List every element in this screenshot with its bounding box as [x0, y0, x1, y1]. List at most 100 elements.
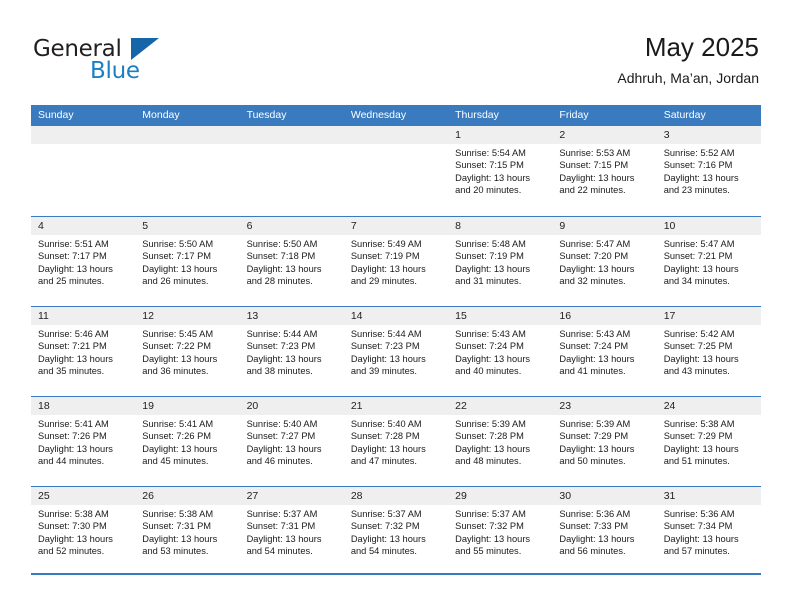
calendar-day-cell[interactable]: 22 Sunrise: 5:39 AM Sunset: 7:28 PM Dayligh… [448, 397, 553, 486]
calendar-day-cell-empty[interactable] [135, 126, 240, 216]
calendar-day-cell[interactable]: 14 Sunrise: 5:44 AM Sunset: 7:23 PM Dayligh… [343, 307, 449, 396]
calendar-day-cell[interactable]: 26 Sunrise: 5:38 AM Sunset: 7:31 PM Dayligh… [135, 487, 240, 576]
day-details: Sunrise: 5:42 AM Sunset: 7:25 PM Daylight:… [657, 325, 761, 378]
day-detail-line: Daylight: 13 hours [663, 172, 739, 183]
day-details: Sunrise: 5:50 AM Sunset: 7:18 PM Daylight:… [240, 235, 344, 288]
calendar-day-cell[interactable]: 28 Sunrise: 5:37 AM Sunset: 7:32 PM Dayligh… [343, 487, 449, 576]
day-details [344, 144, 448, 147]
day-details: Sunrise: 5:49 AM Sunset: 7:19 PM Daylight:… [344, 235, 448, 288]
day-detail-line: Sunrise: 5:50 AM [246, 239, 318, 249]
day-number: 24 [656, 397, 761, 415]
day-detail-line: Daylight: 13 hours [38, 353, 113, 364]
day-detail-line: Daylight: 13 hours [38, 443, 113, 454]
day-number: 3 [656, 126, 761, 144]
brand-name-blue: Blue [90, 58, 140, 84]
weekday-header-wednesday: Wednesday [350, 109, 407, 121]
calendar-day-cell[interactable]: 16 Sunrise: 5:43 AM Sunset: 7:24 PM Dayligh… [552, 307, 657, 396]
day-number: 4 [31, 217, 136, 235]
weekday-header-tuesday: Tuesday [246, 109, 287, 121]
calendar-day-cell[interactable]: 3 Sunrise: 5:52 AM Sunset: 7:16 PM Daylight… [656, 126, 761, 216]
day-details: Sunrise: 5:44 AM Sunset: 7:23 PM Daylight:… [240, 325, 344, 378]
day-detail-line: Daylight: 13 hours [246, 263, 322, 274]
calendar-day-cell[interactable]: 11 Sunrise: 5:46 AM Sunset: 7:21 PM Dayligh… [31, 307, 136, 396]
day-detail-line: and 48 minutes. [455, 456, 522, 467]
day-number: 6 [239, 217, 344, 235]
day-detail-line: Sunrise: 5:44 AM [246, 329, 318, 339]
brand-flag-icon [131, 38, 159, 60]
calendar-day-cell[interactable]: 27 Sunrise: 5:37 AM Sunset: 7:31 PM Dayligh… [239, 487, 344, 576]
day-detail-line: Sunrise: 5:39 AM [559, 419, 631, 429]
day-details: Sunrise: 5:44 AM Sunset: 7:23 PM Daylight:… [344, 325, 448, 378]
day-detail-line: Sunset: 7:21 PM [663, 251, 733, 262]
day-detail-line: and 20 minutes. [455, 185, 522, 196]
calendar-week-row: 11 Sunrise: 5:46 AM Sunset: 7:21 PM Dayligh… [31, 306, 761, 396]
day-detail-line: Daylight: 13 hours [559, 172, 635, 183]
calendar-day-cell[interactable]: 8 Sunrise: 5:48 AM Sunset: 7:19 PM Daylight… [448, 217, 553, 306]
calendar-day-cell[interactable]: 13 Sunrise: 5:44 AM Sunset: 7:23 PM Dayligh… [239, 307, 344, 396]
calendar-day-cell[interactable]: 7 Sunrise: 5:49 AM Sunset: 7:19 PM Daylight… [343, 217, 449, 306]
day-number: 7 [343, 217, 449, 235]
day-detail-line: Daylight: 13 hours [142, 533, 218, 544]
calendar-day-cell[interactable]: 30 Sunrise: 5:36 AM Sunset: 7:33 PM Dayligh… [552, 487, 657, 576]
day-number: 27 [239, 487, 344, 505]
calendar-week-row: 18 Sunrise: 5:41 AM Sunset: 7:26 PM Dayligh… [31, 396, 761, 486]
day-detail-line: Sunrise: 5:50 AM [142, 239, 214, 249]
calendar-day-cell[interactable]: 9 Sunrise: 5:47 AM Sunset: 7:20 PM Daylight… [552, 217, 657, 306]
calendar-day-cell[interactable]: 15 Sunrise: 5:43 AM Sunset: 7:24 PM Dayligh… [448, 307, 553, 396]
day-detail-line: Daylight: 13 hours [142, 443, 218, 454]
calendar-day-cell[interactable]: 2 Sunrise: 5:53 AM Sunset: 7:15 PM Daylight… [552, 126, 657, 216]
day-detail-line: and 51 minutes. [663, 456, 730, 467]
day-detail-line: Sunrise: 5:41 AM [142, 419, 214, 429]
calendar-day-cell[interactable]: 31 Sunrise: 5:36 AM Sunset: 7:34 PM Dayligh… [656, 487, 761, 576]
calendar-day-cell[interactable]: 6 Sunrise: 5:50 AM Sunset: 7:18 PM Daylight… [239, 217, 344, 306]
calendar-day-cell[interactable]: 5 Sunrise: 5:50 AM Sunset: 7:17 PM Daylight… [135, 217, 240, 306]
calendar-day-cell-empty[interactable] [343, 126, 449, 216]
day-number: 23 [552, 397, 657, 415]
calendar-day-cell[interactable]: 18 Sunrise: 5:41 AM Sunset: 7:26 PM Dayligh… [31, 397, 136, 486]
day-detail-line: Sunset: 7:29 PM [559, 431, 629, 442]
day-details: Sunrise: 5:37 AM Sunset: 7:32 PM Daylight:… [448, 505, 552, 558]
calendar-day-cell[interactable]: 1 Sunrise: 5:54 AM Sunset: 7:15 PM Daylight… [448, 126, 553, 216]
day-detail-line: and 31 minutes. [455, 276, 522, 287]
day-detail-line: Daylight: 13 hours [350, 533, 426, 544]
page-header: General Blue May 2025 Adhruh, Ma’an, Jor… [0, 0, 792, 105]
calendar-week-row: 1 Sunrise: 5:54 AM Sunset: 7:15 PM Daylight… [31, 126, 761, 216]
calendar-day-cell[interactable]: 21 Sunrise: 5:40 AM Sunset: 7:28 PM Dayligh… [343, 397, 449, 486]
calendar-day-cell[interactable]: 19 Sunrise: 5:41 AM Sunset: 7:26 PM Dayligh… [135, 397, 240, 486]
day-detail-line: and 39 minutes. [350, 366, 417, 377]
calendar-day-cell[interactable]: 23 Sunrise: 5:39 AM Sunset: 7:29 PM Dayligh… [552, 397, 657, 486]
calendar-grid: Sunday Monday Tuesday Wednesday Thursday Frid… [31, 105, 761, 576]
day-details: Sunrise: 5:41 AM Sunset: 7:26 PM Daylight:… [135, 415, 239, 468]
day-number: 21 [343, 397, 449, 415]
day-number: 26 [135, 487, 240, 505]
day-number: 17 [656, 307, 761, 325]
day-number: 13 [239, 307, 344, 325]
calendar-day-cell[interactable]: 24 Sunrise: 5:38 AM Sunset: 7:29 PM Dayligh… [656, 397, 761, 486]
calendar-day-cell[interactable]: 29 Sunrise: 5:37 AM Sunset: 7:32 PM Dayligh… [448, 487, 553, 576]
day-detail-line: Sunrise: 5:46 AM [38, 329, 109, 339]
calendar-day-cell-empty[interactable] [31, 126, 136, 216]
calendar-day-cell[interactable]: 12 Sunrise: 5:45 AM Sunset: 7:22 PM Dayligh… [135, 307, 240, 396]
day-number [343, 126, 449, 144]
day-detail-line: Sunrise: 5:44 AM [350, 329, 422, 339]
day-detail-line: Sunrise: 5:38 AM [663, 419, 735, 429]
day-details: Sunrise: 5:52 AM Sunset: 7:16 PM Daylight:… [657, 144, 761, 197]
day-detail-line: and 32 minutes. [559, 276, 626, 287]
day-number: 22 [448, 397, 553, 415]
day-details: Sunrise: 5:46 AM Sunset: 7:21 PM Daylight:… [31, 325, 135, 378]
calendar-day-cell[interactable]: 25 Sunrise: 5:38 AM Sunset: 7:30 PM Dayligh… [31, 487, 136, 576]
day-number: 29 [448, 487, 553, 505]
calendar-day-cell[interactable]: 10 Sunrise: 5:47 AM Sunset: 7:21 PM Dayligh… [656, 217, 761, 306]
day-detail-line: Sunset: 7:34 PM [663, 521, 733, 532]
day-detail-line: Sunrise: 5:36 AM [559, 509, 631, 519]
day-detail-line: and 34 minutes. [663, 276, 730, 287]
calendar-day-cell[interactable]: 17 Sunrise: 5:42 AM Sunset: 7:25 PM Dayligh… [656, 307, 761, 396]
calendar-day-cell-empty[interactable] [239, 126, 344, 216]
calendar-day-cell[interactable]: 20 Sunrise: 5:40 AM Sunset: 7:27 PM Dayligh… [239, 397, 344, 486]
day-number [31, 126, 136, 144]
day-detail-line: and 50 minutes. [559, 456, 626, 467]
calendar-day-cell[interactable]: 4 Sunrise: 5:51 AM Sunset: 7:17 PM Daylight… [31, 217, 136, 306]
calendar-weeks: 1 Sunrise: 5:54 AM Sunset: 7:15 PM Daylight… [31, 126, 761, 576]
day-details: Sunrise: 5:48 AM Sunset: 7:19 PM Daylight:… [448, 235, 552, 288]
day-number: 20 [239, 397, 344, 415]
